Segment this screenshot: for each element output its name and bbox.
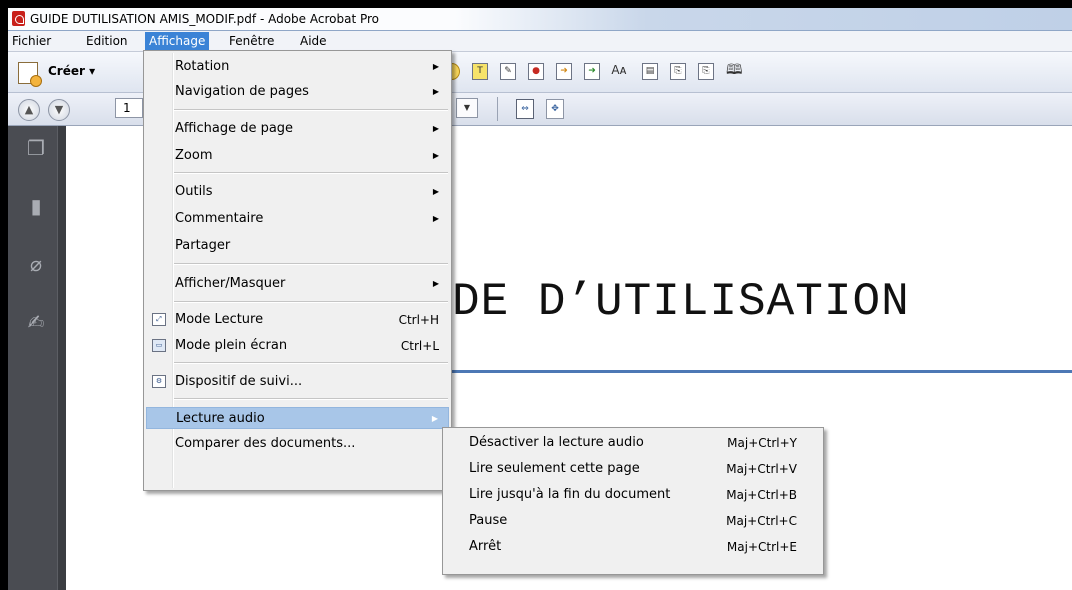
navigation-panel: ❐ ▮ ⌀ ✍ (8, 126, 66, 590)
paperclip-icon[interactable]: ⌀ (25, 252, 47, 276)
title-bar: GUIDE DUTILISATION AMIS_MODIF.pdf - Adob… (8, 8, 1072, 31)
document-heading: DE D’UTILISATION (452, 276, 910, 328)
menu-separator (174, 362, 448, 364)
menu-item-plein-ecran[interactable]: ▭ Mode plein écran Ctrl+L (146, 335, 449, 357)
menu-affichage[interactable]: Affichage (145, 32, 210, 50)
menu-item-lecture-audio[interactable]: Lecture audio ▶ (146, 407, 449, 429)
menu-edition[interactable]: Edition (82, 33, 132, 49)
menu-item-comparer-documents[interactable]: Comparer des documents... (146, 433, 449, 455)
menu-separator (174, 263, 448, 265)
submenu-arrow-icon: ▶ (432, 124, 439, 133)
page-number-input[interactable]: 1 (115, 98, 143, 118)
fit-width-icon[interactable]: ✥ (546, 99, 564, 119)
submenu-arrow-icon: ▶ (432, 151, 439, 160)
zoom-dropdown-icon[interactable]: ▼ (456, 98, 478, 118)
create-button[interactable]: Créer ▾ (48, 64, 95, 78)
menu-item-commentaire[interactable]: Commentaire ▶ (146, 208, 449, 230)
menu-item-lire-page[interactable]: Lire seulement cette page Maj+Ctrl+V (445, 458, 821, 480)
read-mode-icon: ⤢ (152, 313, 166, 326)
panel-splitter[interactable] (57, 126, 66, 590)
menu-item-partager[interactable]: Partager (146, 235, 449, 257)
menu-item-dispositif-suivi[interactable]: ⚙ Dispositif de suivi... (146, 371, 449, 393)
menu-item-arret[interactable]: Arrêt Maj+Ctrl+E (445, 536, 821, 558)
menu-item-mode-lecture[interactable]: ⤢ Mode Lecture Ctrl+H (146, 309, 449, 331)
note-icon[interactable]: ⎘ (698, 63, 714, 80)
menu-item-pause[interactable]: Pause Maj+Ctrl+C (445, 510, 821, 532)
menu-item-zoom[interactable]: Zoom ▶ (146, 145, 449, 167)
heading-rule (452, 370, 1072, 373)
secure-icon[interactable]: ● (528, 63, 544, 80)
menu-fichier[interactable]: Fichier (8, 33, 55, 49)
menu-bar: Fichier Edition Affichage Fenêtre Aide (8, 31, 1072, 52)
acrobat-window: GUIDE DUTILISATION AMIS_MODIF.pdf - Adob… (8, 8, 1072, 590)
export-icon[interactable]: ➜ (556, 63, 572, 80)
submenu-arrow-icon: ▶ (431, 414, 438, 423)
affichage-menu: Rotation ▶ Navigation de pages ▶ Affichage… (143, 50, 452, 491)
read-icon[interactable]: 🕮 (726, 63, 743, 80)
form-icon[interactable]: ▤ (642, 63, 658, 80)
signature-icon[interactable]: ✍ (25, 310, 47, 334)
menu-aide[interactable]: Aide (296, 33, 331, 49)
sign-icon[interactable]: ✎ (500, 63, 516, 80)
tracker-icon: ⚙ (152, 375, 166, 388)
menu-separator (174, 109, 448, 111)
full-screen-icon: ▭ (152, 339, 166, 352)
pages-icon[interactable]: ❐ (25, 136, 47, 160)
create-pdf-icon[interactable] (18, 62, 42, 87)
window-title: GUIDE DUTILISATION AMIS_MODIF.pdf - Adob… (30, 12, 380, 26)
menu-item-navigation-pages[interactable]: Navigation de pages ▶ (146, 81, 449, 103)
attach-icon[interactable]: ⎘ (670, 63, 686, 80)
submenu-arrow-icon: ▶ (432, 279, 439, 288)
bookmark-icon[interactable]: ▮ (25, 194, 47, 218)
menu-separator (174, 301, 448, 303)
menu-item-outils[interactable]: Outils ▶ (146, 181, 449, 203)
next-page-icon[interactable]: ▼ (48, 99, 70, 121)
menu-item-desactiver-audio[interactable]: Désactiver la lecture audio Maj+Ctrl+Y (445, 432, 821, 454)
menu-fenetre[interactable]: Fenêtre (225, 33, 278, 49)
highlight-icon[interactable]: T (472, 63, 488, 80)
share-icon[interactable]: ➜ (584, 63, 600, 80)
text-size-icon[interactable]: Aᴀ (611, 63, 627, 80)
previous-page-icon[interactable]: ▲ (18, 99, 40, 121)
menu-item-afficher-masquer[interactable]: Afficher/Masquer ▶ (146, 273, 449, 295)
menu-separator (174, 398, 448, 400)
lecture-audio-submenu: Désactiver la lecture audio Maj+Ctrl+Y L… (442, 427, 824, 575)
toolbar-separator (497, 97, 498, 121)
submenu-arrow-icon: ▶ (432, 87, 439, 96)
menu-item-affichage-page[interactable]: Affichage de page ▶ (146, 118, 449, 140)
submenu-arrow-icon: ▶ (432, 187, 439, 196)
acrobat-pdf-icon (12, 11, 25, 26)
submenu-arrow-icon: ▶ (432, 62, 439, 71)
submenu-arrow-icon: ▶ (432, 214, 439, 223)
menu-item-lire-fin-document[interactable]: Lire jusqu'à la fin du document Maj+Ctrl… (445, 484, 821, 506)
menu-separator (174, 172, 448, 174)
menu-item-rotation[interactable]: Rotation ▶ (146, 56, 449, 78)
fit-page-icon[interactable]: ⇔ (516, 99, 534, 119)
